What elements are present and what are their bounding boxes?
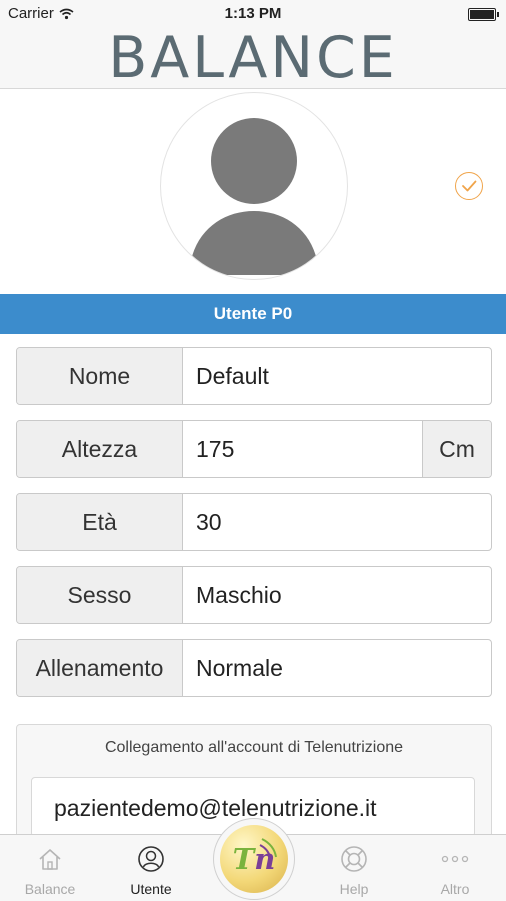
- tab-balance-label: Balance: [24, 881, 76, 897]
- home-icon: [39, 849, 61, 870]
- altezza-label: Altezza: [17, 421, 183, 477]
- nome-label: Nome: [17, 348, 183, 404]
- altezza-field[interactable]: 175: [183, 421, 422, 477]
- logo-t: T: [232, 842, 255, 876]
- app-header: BALANCE: [0, 28, 506, 89]
- tab-utente[interactable]: Utente: [101, 835, 201, 901]
- altezza-row: Altezza 175 Cm: [16, 420, 492, 478]
- nome-field[interactable]: Default: [183, 348, 491, 404]
- eta-field[interactable]: 30: [183, 494, 491, 550]
- allenamento-field[interactable]: Normale: [183, 640, 491, 696]
- nome-row: Nome Default: [16, 347, 492, 405]
- checkmark-icon[interactable]: [455, 172, 483, 200]
- allenamento-label: Allenamento: [17, 640, 183, 696]
- tab-altro-label: Altro: [440, 881, 470, 897]
- sesso-field[interactable]: Maschio: [183, 567, 491, 623]
- tab-utente-label: Utente: [130, 881, 172, 897]
- eta-label: Età: [17, 494, 183, 550]
- tab-balance[interactable]: Balance: [0, 835, 100, 901]
- logo-n: n: [254, 842, 276, 876]
- account-link-label: Collegamento all'account di Telenutrizio…: [104, 739, 404, 756]
- check-glyph-icon: [462, 180, 477, 192]
- more-icon: [441, 855, 469, 863]
- profile-section: [0, 89, 506, 294]
- lifebuoy-icon: [341, 846, 367, 872]
- user-icon: [138, 846, 164, 872]
- status-time: 1:13 PM: [224, 5, 282, 22]
- telenutrizione-logo-text: Tn: [220, 842, 288, 876]
- status-bar: Carrier 1:13 PM: [0, 0, 506, 28]
- telenutrizione-button[interactable]: Tn: [213, 818, 295, 900]
- allenamento-row: Allenamento Normale: [16, 639, 492, 697]
- tab-help[interactable]: Help: [304, 835, 404, 901]
- app-logo: BALANCE: [108, 25, 398, 91]
- sesso-row: Sesso Maschio: [16, 566, 492, 624]
- battery-icon: [468, 8, 499, 21]
- tab-altro[interactable]: Altro: [405, 835, 505, 901]
- user-title-bar: Utente P0: [0, 294, 506, 334]
- sesso-label: Sesso: [17, 567, 183, 623]
- eta-row: Età 30: [16, 493, 492, 551]
- user-silhouette-icon: [189, 118, 319, 275]
- altezza-unit: Cm: [422, 421, 491, 477]
- tab-help-label: Help: [339, 881, 369, 897]
- telenutrizione-logo-icon: Tn: [220, 825, 288, 893]
- avatar[interactable]: [160, 92, 348, 280]
